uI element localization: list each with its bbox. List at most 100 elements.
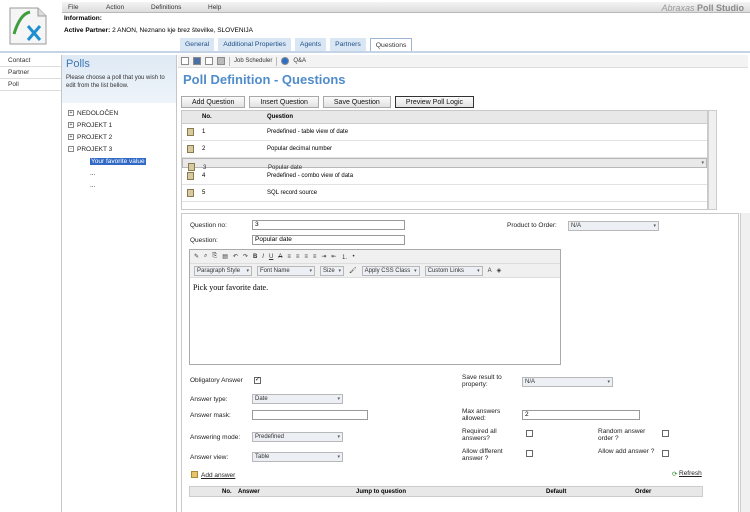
find-icon[interactable]: ⌕ <box>204 253 207 260</box>
align-left-icon[interactable]: ≡ <box>287 254 291 260</box>
required-all-checkbox[interactable] <box>526 430 533 437</box>
font-color-icon[interactable]: A <box>488 268 492 274</box>
expand-icon[interactable]: + <box>68 134 74 140</box>
paragraph-style-select[interactable]: Paragraph Style <box>194 265 252 276</box>
css-class-select[interactable]: Apply CSS Class <box>361 265 420 276</box>
allow-different-checkbox[interactable] <box>526 450 533 457</box>
new-document-icon[interactable] <box>181 57 189 65</box>
tab-additional-properties[interactable]: Additional Properties <box>218 38 291 51</box>
random-order-checkbox[interactable] <box>662 430 669 437</box>
trash-icon[interactable] <box>187 172 194 180</box>
max-answers-input[interactable]: 2 <box>522 410 640 420</box>
custom-links-select[interactable]: Custom Links <box>424 265 483 276</box>
justify-icon[interactable]: ≡ <box>313 254 317 260</box>
underline-icon[interactable]: U <box>269 254 273 260</box>
job-scheduler-button[interactable]: Job Scheduler <box>234 58 272 64</box>
size-select[interactable]: Size <box>320 265 344 276</box>
strike-icon[interactable]: A <box>278 254 282 260</box>
trash-icon[interactable] <box>187 128 194 136</box>
questions-scrollbar[interactable] <box>708 110 717 210</box>
question-buttons: Add Question Insert Question Save Questi… <box>181 96 475 108</box>
tab-partners[interactable]: Partners <box>330 38 366 51</box>
table-row[interactable]: 5 SQL record source <box>182 185 707 202</box>
nav-item-partner[interactable]: Partner <box>0 67 61 79</box>
preview-poll-logic-button[interactable]: Preview Poll Logic <box>394 96 475 108</box>
add-answer-link[interactable]: Add answer <box>201 472 235 479</box>
help-icon[interactable] <box>281 57 290 65</box>
paste-icon[interactable]: ▤ <box>222 253 228 260</box>
tree-child-item[interactable]: ... <box>68 167 170 179</box>
editor-content[interactable]: Pick your favorite date. <box>190 280 560 365</box>
table-row[interactable]: 2 Popular decimal number <box>182 141 707 158</box>
tree-item[interactable]: + PROJEKT 1 <box>68 119 170 131</box>
menu-help[interactable]: Help <box>208 4 221 11</box>
tree-child-item[interactable]: Your favorite value <box>68 155 170 167</box>
table-row[interactable]: 1 Predefined - table view of date <box>182 124 707 141</box>
qa-button[interactable]: Q&A <box>293 58 306 64</box>
trash-icon[interactable] <box>187 189 194 197</box>
spellcheck-icon[interactable]: ✎ <box>194 253 199 260</box>
poll-tree: + NEDOLOČEN + PROJEKT 1 + PROJEKT 2 - PROJEK… <box>62 103 176 195</box>
save-icon[interactable] <box>193 57 201 65</box>
tab-agents[interactable]: Agents <box>294 38 327 51</box>
format-painter-icon[interactable]: 🖌 <box>349 267 357 274</box>
undo-icon[interactable]: ↶ <box>233 253 238 260</box>
save-question-button[interactable]: Save Question <box>322 96 391 108</box>
collapse-icon[interactable]: - <box>68 146 74 152</box>
redo-icon[interactable]: ↷ <box>243 253 248 260</box>
expand-icon[interactable]: + <box>68 110 74 116</box>
nav-item-contact[interactable]: Contact <box>0 55 61 67</box>
table-header: No. Question <box>182 111 707 124</box>
product-to-order-select[interactable]: N/A <box>568 221 659 231</box>
font-name-select[interactable]: Font Name <box>257 265 315 276</box>
copy-icon[interactable] <box>205 57 213 65</box>
question-input[interactable]: Popular date <box>252 235 405 245</box>
numbered-list-icon[interactable]: ⒈ <box>341 252 347 261</box>
delete-icon[interactable] <box>217 57 225 65</box>
outdent-icon[interactable]: ⇤ <box>331 253 336 260</box>
save-result-select[interactable]: N/A <box>522 377 613 387</box>
tree-child-item[interactable]: ... <box>68 179 170 191</box>
tree-item[interactable]: - PROJEKT 3 <box>68 143 170 155</box>
answering-mode-select[interactable]: Predefined <box>252 432 343 442</box>
expand-icon[interactable]: + <box>68 122 74 128</box>
insert-question-button[interactable]: Insert Question <box>249 96 319 108</box>
form-scrollbar[interactable] <box>740 213 750 512</box>
copy-icon[interactable]: ⎘ <box>212 253 217 260</box>
nav-item-poll[interactable]: Poll <box>0 79 61 91</box>
obligatory-answer-checkbox[interactable]: ✓ <box>254 377 261 384</box>
trash-icon[interactable] <box>187 145 194 153</box>
answer-type-select[interactable]: Date <box>252 394 343 404</box>
polls-header: Polls Please choose a poll that you wish… <box>62 55 176 103</box>
menu-definitions[interactable]: Definitions <box>151 4 181 11</box>
indent-icon[interactable]: ⇥ <box>321 253 326 260</box>
italic-icon[interactable]: I <box>262 254 264 260</box>
product-to-order-label: Product to Order: <box>507 222 557 229</box>
tab-questions[interactable]: Questions <box>369 38 413 51</box>
align-center-icon[interactable]: ≡ <box>296 254 300 260</box>
add-answer-icon[interactable] <box>191 471 198 478</box>
menu-action[interactable]: Action <box>106 4 124 11</box>
answer-view-select[interactable]: Table <box>252 452 343 462</box>
menu-file[interactable]: File <box>68 4 78 11</box>
highlight-color-icon[interactable]: ◈ <box>497 267 502 274</box>
question-no-input[interactable]: 3 <box>252 220 405 230</box>
table-row[interactable]: 4 Predefined - combo view of data <box>182 168 707 185</box>
bold-icon[interactable]: B <box>253 254 257 260</box>
bullet-list-icon[interactable]: • <box>352 254 354 260</box>
allow-add-checkbox[interactable] <box>662 450 669 457</box>
add-question-button[interactable]: Add Question <box>181 96 246 108</box>
questions-table: No. Question 1 Predefined - table view of… <box>181 110 708 210</box>
tree-item[interactable]: + PROJEKT 2 <box>68 131 170 143</box>
answers-table: No. Answer Jump to question Default Orde… <box>189 486 703 508</box>
align-right-icon[interactable]: ≡ <box>304 254 308 260</box>
table-row-selected[interactable]: 3 Popular date <box>182 158 707 171</box>
row-no: 4 <box>202 173 206 179</box>
refresh-link[interactable]: Refresh <box>679 470 702 477</box>
tab-general[interactable]: General <box>180 38 215 51</box>
tree-child-label: ... <box>90 169 96 177</box>
main-toolbar: Job Scheduler Q&A <box>178 55 748 68</box>
refresh-icon[interactable]: ⟳ <box>672 470 677 478</box>
tree-item[interactable]: + NEDOLOČEN <box>68 107 170 119</box>
answer-mask-input[interactable] <box>252 410 368 420</box>
